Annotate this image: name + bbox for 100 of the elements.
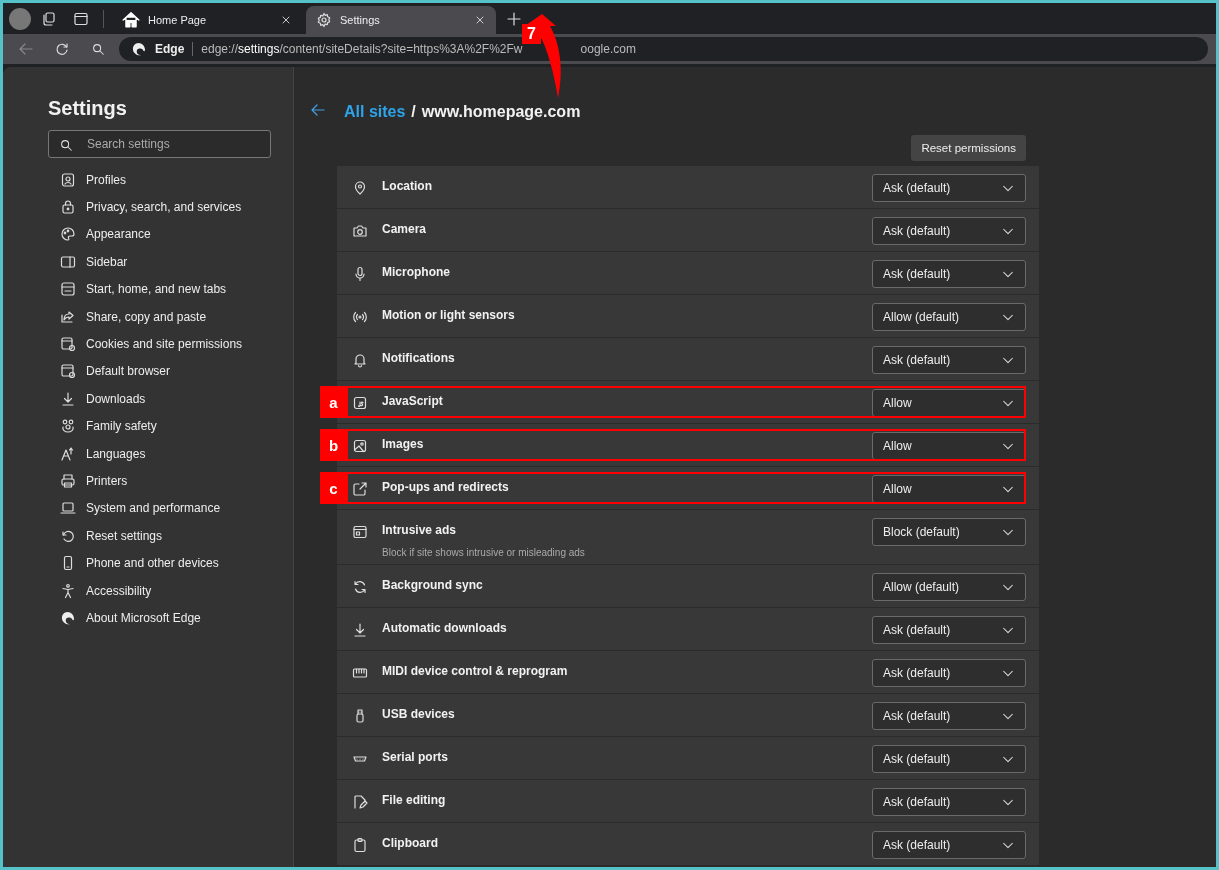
reset-permissions-button[interactable]: Reset permissions bbox=[911, 135, 1026, 161]
sidebar-item[interactable]: Share, copy and paste bbox=[86, 309, 207, 324]
permission-dropdown[interactable]: Allow (default) bbox=[872, 573, 1026, 601]
sidebar-item[interactable]: Profiles bbox=[86, 172, 126, 187]
cookie-gear-icon bbox=[60, 336, 76, 353]
permission-name: Images bbox=[382, 437, 425, 451]
download-icon bbox=[60, 390, 76, 407]
permission-dropdown[interactable]: Ask (default) bbox=[872, 659, 1026, 687]
sidebar-item[interactable]: Start, home, and new tabs bbox=[86, 282, 227, 297]
sensor-waves-icon bbox=[352, 309, 368, 325]
annotation-label: a bbox=[320, 386, 347, 418]
sidebar-item[interactable]: Languages bbox=[86, 446, 146, 461]
callout-number: 7 bbox=[522, 24, 541, 44]
permission-name: Background sync bbox=[382, 578, 484, 592]
sidebar-title: Settings bbox=[48, 97, 128, 120]
midi-keyboard-icon bbox=[352, 665, 368, 681]
browser-tab[interactable]: Settings bbox=[306, 6, 496, 34]
collections-icon bbox=[41, 10, 57, 27]
profile-avatar[interactable] bbox=[9, 7, 31, 30]
permission-name: File editing bbox=[382, 793, 447, 807]
close-icon bbox=[474, 14, 486, 26]
search-icon bbox=[91, 42, 105, 56]
permission-dropdown[interactable]: Ask (default) bbox=[872, 702, 1026, 730]
sidebar-item[interactable]: Accessibility bbox=[86, 583, 152, 598]
palette-icon bbox=[60, 226, 76, 243]
sidebar-item[interactable]: Privacy, search, and services bbox=[86, 200, 242, 215]
script-file-icon bbox=[352, 395, 368, 411]
permission-name: USB devices bbox=[382, 707, 456, 721]
sidebar-icon bbox=[60, 253, 76, 270]
accessibility-icon bbox=[60, 582, 76, 599]
url-text: oogle.com bbox=[580, 42, 636, 56]
permission-name: Motion or light sensors bbox=[382, 308, 516, 322]
house-icon bbox=[122, 11, 140, 29]
sidebar-item[interactable]: Default browser bbox=[86, 364, 171, 379]
permission-dropdown[interactable]: Ask (default) bbox=[872, 745, 1026, 773]
permission-dropdown[interactable]: Ask (default) bbox=[872, 831, 1026, 859]
sync-icon bbox=[352, 579, 368, 595]
browser-label: Edge bbox=[155, 42, 185, 56]
permission-dropdown[interactable]: Allow (default) bbox=[872, 303, 1026, 331]
permission-dropdown[interactable]: Allow bbox=[872, 389, 1026, 417]
sidebar-item[interactable]: Downloads bbox=[86, 391, 146, 406]
printer-icon bbox=[60, 473, 76, 489]
breadcrumb-separator: / bbox=[411, 103, 416, 121]
search-icon bbox=[59, 138, 73, 152]
permission-dropdown[interactable]: Block (default) bbox=[872, 518, 1026, 546]
ad-window-icon bbox=[352, 524, 368, 540]
sidebar-item[interactable]: Appearance bbox=[86, 227, 151, 242]
refresh-icon bbox=[54, 41, 70, 57]
permission-name: Microphone bbox=[382, 265, 451, 279]
sidebar-item[interactable]: Sidebar bbox=[86, 254, 128, 269]
permission-name: Automatic downloads bbox=[382, 621, 508, 635]
camera-icon bbox=[352, 223, 368, 239]
download-icon bbox=[352, 622, 368, 638]
site-title: www.homepage.com bbox=[421, 103, 581, 121]
sidebar-item[interactable]: System and performance bbox=[86, 501, 221, 516]
close-icon bbox=[280, 14, 292, 26]
annotation-label: b bbox=[320, 429, 347, 461]
browser-check-icon bbox=[60, 363, 76, 380]
permission-name: JavaScript bbox=[382, 394, 444, 408]
all-sites-link[interactable]: All sites bbox=[344, 103, 406, 121]
permission-name: Notifications bbox=[382, 351, 456, 365]
language-icon bbox=[60, 445, 76, 462]
tab-actions-icon bbox=[73, 10, 89, 27]
permission-name: MIDI device control & reprogram bbox=[382, 664, 569, 678]
laptop-icon bbox=[60, 500, 76, 517]
permission-name: Location bbox=[382, 179, 433, 193]
permission-dropdown[interactable]: Ask (default) bbox=[872, 217, 1026, 245]
profile-icon bbox=[60, 171, 76, 188]
pencil-file-icon bbox=[352, 794, 368, 810]
permission-dropdown[interactable]: Ask (default) bbox=[872, 260, 1026, 288]
permission-dropdown[interactable]: Allow bbox=[872, 432, 1026, 460]
browser-tab[interactable]: Home Page bbox=[112, 6, 302, 34]
annotation-label: c bbox=[320, 472, 347, 504]
lock-icon bbox=[60, 199, 76, 216]
permission-description: Block if site shows intrusive or misleading ads bbox=[382, 547, 586, 558]
back-icon bbox=[18, 41, 34, 57]
location-pin-icon bbox=[352, 180, 368, 196]
search-field[interactable]: Search settings bbox=[48, 130, 271, 158]
new-tab-icon bbox=[506, 10, 522, 27]
permission-dropdown[interactable]: Ask (default) bbox=[872, 788, 1026, 816]
permission-dropdown[interactable]: Ask (default) bbox=[872, 616, 1026, 644]
permission-dropdown[interactable]: Ask (default) bbox=[872, 174, 1026, 202]
permission-dropdown[interactable]: Allow bbox=[872, 475, 1026, 503]
sidebar-item[interactable]: Phone and other devices bbox=[86, 556, 219, 571]
gear-icon bbox=[316, 12, 332, 28]
sidebar-item[interactable]: Reset settings bbox=[86, 528, 163, 543]
permission-dropdown[interactable]: Ask (default) bbox=[872, 346, 1026, 374]
sidebar-item[interactable]: About Microsoft Edge bbox=[86, 610, 201, 625]
permission-name: Clipboard bbox=[382, 836, 439, 850]
bell-icon bbox=[352, 352, 368, 368]
microphone-icon bbox=[352, 266, 368, 282]
image-icon bbox=[352, 438, 368, 454]
sidebar-item[interactable]: Printers bbox=[86, 474, 128, 488]
external-window-icon bbox=[352, 481, 368, 497]
permission-name: Pop-ups and redirects bbox=[382, 480, 510, 494]
tabs-icon bbox=[60, 281, 76, 298]
sidebar-item[interactable]: Cookies and site permissions bbox=[86, 337, 243, 352]
sidebar-item[interactable]: Family safety bbox=[86, 419, 157, 434]
clipboard-icon bbox=[352, 837, 368, 853]
permission-name: Intrusive ads bbox=[382, 523, 458, 537]
